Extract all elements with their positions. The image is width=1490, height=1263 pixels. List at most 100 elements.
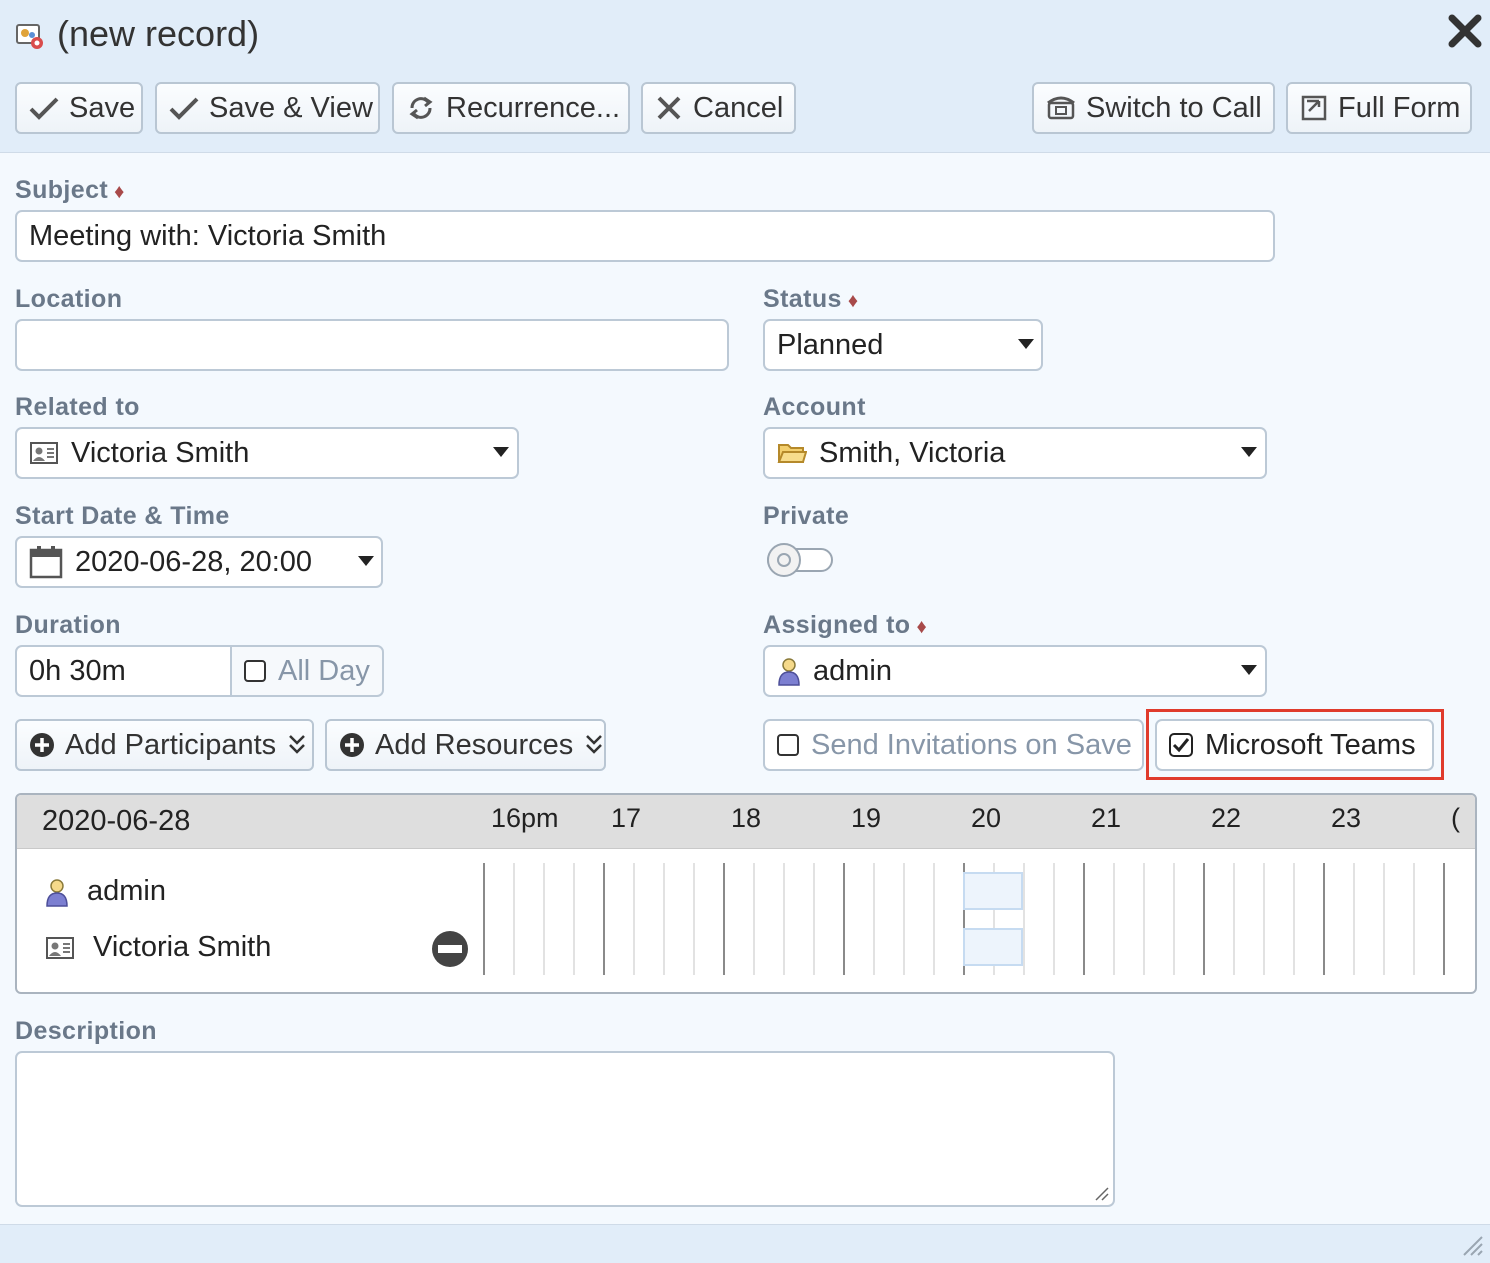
hour-label: 16pm	[491, 803, 559, 833]
quarter-gridline	[633, 863, 635, 975]
quarter-gridline	[1053, 863, 1055, 975]
send-invitations-label: Send Invitations on Save	[811, 728, 1132, 761]
related-to-select[interactable]: Victoria Smith	[15, 427, 519, 479]
busy-slot	[963, 928, 1023, 966]
quarter-gridline	[753, 863, 755, 975]
hour-gridline	[1083, 863, 1085, 975]
save-button[interactable]: Save	[15, 82, 143, 134]
recurrence-label: Recurrence...	[446, 91, 621, 124]
remove-participant-icon[interactable]	[431, 930, 469, 968]
hour-label: 21	[1091, 803, 1122, 833]
dialog-footer	[0, 1224, 1490, 1263]
account-value: Smith, Victoria	[819, 436, 1006, 469]
user-icon	[778, 658, 800, 686]
participant-name: Victoria Smith	[93, 931, 272, 963]
double-chevron-down-icon	[289, 735, 306, 754]
start-date-picker[interactable]: 2020-06-28, 20:00	[15, 536, 383, 588]
required-icon: ♦	[114, 181, 125, 203]
account-label: Account	[763, 393, 866, 421]
quarter-gridline	[1143, 863, 1145, 975]
hour-gridline	[1323, 863, 1325, 975]
full-form-label: Full Form	[1338, 91, 1461, 124]
hour-label: 23	[1331, 803, 1362, 833]
resize-handle-icon[interactable]	[1093, 1185, 1109, 1201]
hour-label: 18	[731, 803, 762, 833]
hour-gridline	[483, 863, 485, 975]
send-invitations-checkbox[interactable]: Send Invitations on Save	[763, 719, 1144, 771]
subject-label: Subject ♦	[15, 176, 125, 204]
add-resources-label: Add Resources	[375, 728, 574, 761]
quarter-gridline	[1023, 863, 1025, 975]
participant-row: Victoria Smith	[45, 931, 271, 964]
subject-input[interactable]: Meeting with: Victoria Smith	[15, 210, 1275, 262]
private-toggle[interactable]	[766, 542, 834, 578]
checkbox-unchecked-icon	[777, 734, 799, 756]
location-label: Location	[15, 285, 123, 313]
phone-icon	[1047, 96, 1075, 120]
start-date-value: 2020-06-28, 20:00	[75, 545, 313, 578]
chevron-down-icon	[1018, 339, 1034, 349]
hour-gridline	[1203, 863, 1205, 975]
plus-circle-icon	[340, 733, 364, 757]
contact-card-icon	[46, 936, 74, 959]
hour-label: (	[1451, 803, 1460, 833]
add-resources-button[interactable]: Add Resources	[325, 719, 606, 771]
double-chevron-down-icon	[586, 735, 603, 754]
chevron-down-icon	[493, 447, 509, 457]
checkbox-unchecked-icon	[244, 660, 266, 682]
location-input[interactable]	[15, 319, 729, 371]
description-textarea[interactable]	[15, 1051, 1115, 1207]
hour-gridline	[1443, 863, 1445, 975]
quarter-gridline	[1383, 863, 1385, 975]
duration-value: 0h 30m	[29, 654, 126, 687]
hour-label: 19	[851, 803, 882, 833]
dialog-header: (new record) Save Save & View Recurrence…	[0, 0, 1490, 153]
busy-slot	[963, 872, 1023, 910]
chevron-down-icon	[358, 556, 374, 566]
duration-label: Duration	[15, 611, 121, 639]
status-value: Planned	[777, 328, 884, 361]
check-icon	[29, 97, 59, 120]
window-resize-grip-icon[interactable]	[1460, 1233, 1484, 1257]
add-participants-label: Add Participants	[65, 728, 277, 761]
start-date-label: Start Date & Time	[15, 502, 230, 530]
all-day-checkbox[interactable]: All Day	[230, 645, 384, 697]
plus-circle-icon	[30, 733, 54, 757]
quarter-gridline	[903, 863, 905, 975]
cancel-button[interactable]: Cancel	[641, 82, 796, 134]
quarter-gridline	[1233, 863, 1235, 975]
quarter-gridline	[813, 863, 815, 975]
assigned-to-label: Assigned to ♦	[763, 611, 928, 639]
scheduler-date: 2020-06-28	[42, 805, 191, 837]
highlight-box	[1146, 709, 1444, 780]
hour-gridline	[843, 863, 845, 975]
save-and-view-button[interactable]: Save & View	[155, 82, 380, 134]
folder-icon	[777, 444, 807, 463]
all-day-label: All Day	[278, 654, 370, 687]
cancel-x-icon	[657, 96, 681, 120]
full-form-button[interactable]: Full Form	[1286, 82, 1472, 134]
chevron-down-icon	[1241, 665, 1257, 675]
account-select[interactable]: Smith, Victoria	[763, 427, 1267, 479]
add-participants-button[interactable]: Add Participants	[15, 719, 314, 771]
calendar-icon	[29, 546, 63, 579]
save-button-label: Save	[69, 91, 136, 124]
user-icon	[46, 878, 68, 907]
status-select[interactable]: Planned	[763, 319, 1043, 371]
assigned-to-select[interactable]: admin	[763, 645, 1267, 697]
open-full-form-icon	[1301, 95, 1327, 121]
related-to-label: Related to	[15, 393, 140, 421]
quarter-gridline	[1113, 863, 1115, 975]
recurrence-button[interactable]: Recurrence...	[392, 82, 630, 134]
assigned-to-value: admin	[813, 654, 892, 687]
meeting-record-icon	[16, 24, 43, 49]
quarter-gridline	[573, 863, 575, 975]
switch-to-call-label: Switch to Call	[1086, 91, 1262, 124]
close-icon[interactable]	[1446, 12, 1484, 50]
duration-input[interactable]: 0h 30m	[15, 645, 232, 697]
hour-label: 17	[611, 803, 642, 833]
quarter-gridline	[783, 863, 785, 975]
switch-to-call-button[interactable]: Switch to Call	[1032, 82, 1275, 134]
hour-label: 20	[971, 803, 1002, 833]
recurrence-icon	[409, 96, 433, 120]
